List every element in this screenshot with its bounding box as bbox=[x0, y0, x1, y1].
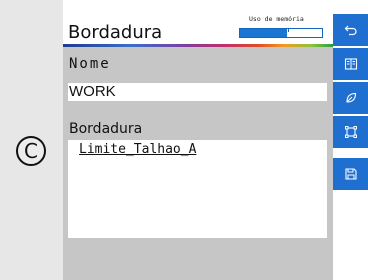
memory-usage-tick bbox=[288, 29, 289, 32]
back-button[interactable] bbox=[333, 14, 368, 46]
map-book-icon bbox=[344, 58, 357, 70]
action-sidebar bbox=[333, 0, 368, 280]
memory-usage-label: Uso de memória bbox=[249, 15, 304, 23]
save-icon bbox=[344, 168, 357, 180]
bordadura-label: Bordadura bbox=[69, 121, 143, 137]
map-book-button[interactable] bbox=[333, 48, 368, 80]
memory-usage-fill bbox=[240, 29, 287, 37]
callout-marker-letter: C bbox=[24, 139, 38, 163]
back-arrow-icon bbox=[344, 25, 357, 36]
leaf-button[interactable] bbox=[333, 82, 368, 114]
page-title: Bordadura bbox=[68, 22, 163, 43]
nome-input[interactable]: WORK bbox=[68, 83, 327, 101]
save-button[interactable] bbox=[333, 158, 368, 190]
color-stripe bbox=[63, 44, 333, 47]
frame-icon bbox=[344, 126, 357, 138]
bordadura-list[interactable]: Limite_Talhao_A bbox=[68, 140, 327, 238]
bordadura-panel: Bordadura Uso de memória Nome WORK Borda… bbox=[63, 0, 333, 280]
nome-label: Nome bbox=[69, 56, 111, 72]
leaf-icon bbox=[345, 92, 356, 103]
panel-header: Bordadura Uso de memória bbox=[63, 0, 333, 46]
frame-button[interactable] bbox=[333, 116, 368, 148]
callout-marker-c: C bbox=[16, 136, 46, 166]
list-item[interactable]: Limite_Talhao_A bbox=[79, 142, 196, 157]
memory-usage-bar bbox=[239, 28, 323, 38]
